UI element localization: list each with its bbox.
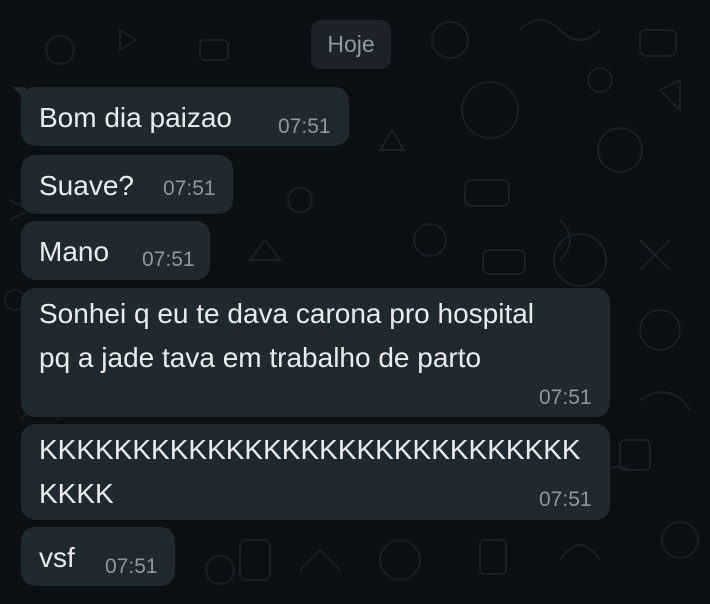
bubble-tail (12, 87, 26, 101)
message-text-line: KKKK (39, 478, 114, 509)
message-text-line: KKKKKKKKKKKKKKKKKKKKKKKKKKKKK (39, 434, 581, 465)
date-separator: Hoje (311, 20, 391, 69)
message-bubble[interactable]: vsf 07:51 (21, 527, 175, 586)
message-text: Suave? (39, 170, 134, 201)
message-text: Sonhei q eu te dava carona pro hospital … (39, 292, 534, 380)
message-time: 07:51 (539, 488, 592, 511)
message-time: 07:51 (142, 248, 195, 271)
message-time: 07:51 (163, 177, 216, 200)
message-text: KKKKKKKKKKKKKKKKKKKKKKKKKKKKK KKKK (39, 428, 581, 516)
message-text: Mano (39, 236, 110, 267)
message-bubble[interactable]: Bom dia paizao 07:51 (12, 87, 349, 146)
message-bubble[interactable]: Mano 07:51 (21, 221, 210, 280)
message-time: 07:51 (539, 386, 592, 409)
message-text: Bom dia paizao (39, 102, 233, 133)
message-bubble[interactable]: KKKKKKKKKKKKKKKKKKKKKKKKKKKKK KKKK 07:51 (21, 424, 610, 520)
message-text: vsf (39, 542, 75, 573)
message-text-line: Sonhei q eu te dava carona pro hospital (39, 298, 535, 329)
message-bubble[interactable]: Sonhei q eu te dava carona pro hospital … (21, 288, 610, 417)
message-time: 07:51 (105, 555, 158, 578)
date-label: Hoje (327, 31, 375, 57)
message-time: 07:51 (278, 115, 331, 138)
message-text-line: pq a jade tava em trabalho de parto (39, 342, 482, 373)
message-bubble[interactable]: Suave? 07:51 (21, 155, 233, 214)
